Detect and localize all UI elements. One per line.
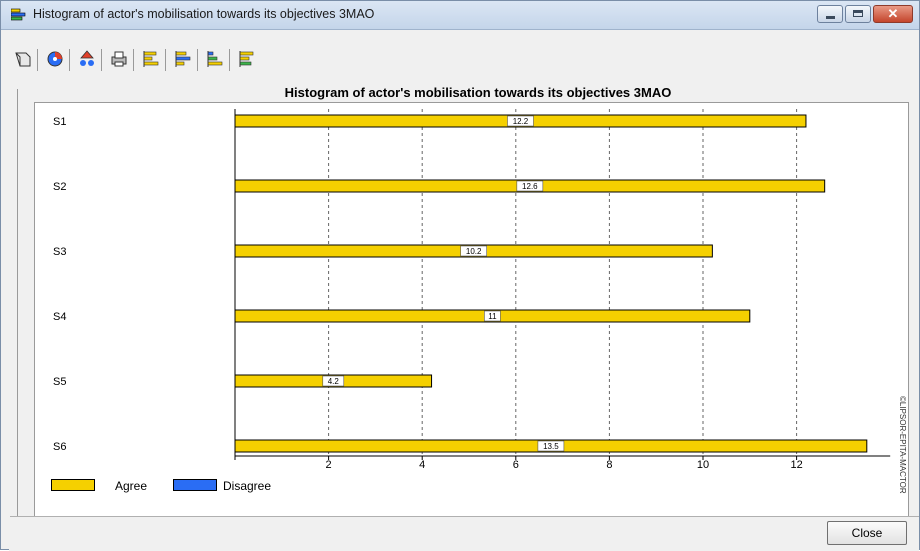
chart-title: Histogram of actor's mobilisation toward… (285, 85, 672, 100)
close-button[interactable]: Close (827, 521, 907, 545)
x-tick-label: 8 (606, 459, 612, 471)
x-tick-label: 2 (326, 459, 332, 471)
copyright-text: ©LIPSOR-EPITA-MACTOR (898, 396, 907, 494)
grid (234, 109, 798, 460)
x-tick-label: 12 (790, 459, 802, 471)
legend-label-disagree: Disagree (223, 479, 272, 493)
histogram-window: Histogram of actor's mobilisation toward… (0, 0, 920, 551)
data-label: 12.6 (522, 182, 538, 191)
legend-swatch-agree (51, 479, 95, 491)
y-category-label: S4 (53, 311, 66, 323)
data-label: 13.5 (543, 442, 559, 451)
bars: 12.2 12.6 10.2 11 4.2 13.5 (234, 114, 868, 453)
legend-label-agree: Agree (115, 479, 148, 493)
data-label: 11 (488, 312, 497, 321)
histogram-chart: Histogram of actor's mobilisation toward… (53, 85, 891, 471)
y-category-label: S6 (53, 441, 66, 453)
y-category-label: S1 (53, 116, 66, 128)
y-axis-labels: S1 S2 S3 S4 S5 S6 (53, 116, 66, 453)
y-category-label: S3 (53, 246, 66, 258)
legend-swatch-disagree (173, 479, 217, 491)
x-tick-label: 10 (697, 459, 709, 471)
x-tick-label: 4 (419, 459, 425, 471)
y-category-label: S2 (53, 181, 66, 193)
x-tick-label: 6 (513, 459, 519, 471)
data-label: 10.2 (466, 247, 482, 256)
y-category-label: S5 (53, 376, 66, 388)
bottom-bar (10, 516, 919, 551)
data-label: 12.2 (513, 117, 529, 126)
data-label: 4.2 (328, 377, 340, 386)
x-axis: 2 4 6 8 10 12 (235, 455, 891, 471)
